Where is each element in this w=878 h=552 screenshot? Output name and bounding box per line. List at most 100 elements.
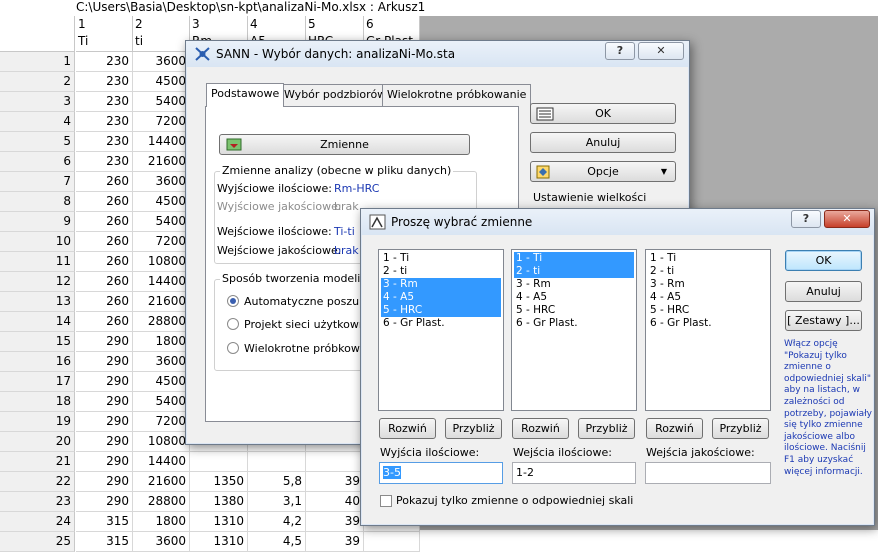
column-header[interactable]: 2 ti [133,16,190,52]
row-header[interactable]: 17 [0,372,75,392]
list-item[interactable]: 4 - A5 [514,291,634,304]
table-cell[interactable]: 3600 [133,532,190,552]
table-cell[interactable]: 290 [76,452,133,472]
table-cell[interactable]: 5400 [133,212,190,232]
row-header[interactable]: 10 [0,232,75,252]
sann-close-button[interactable]: ✕ [638,42,684,60]
row-header[interactable]: 24 [0,512,75,532]
table-cell[interactable]: 39 [306,512,364,532]
input-qual-variables-list[interactable]: 1 - Ti 2 - ti 3 - Rm 4 - A5 5 - HRC 6 - … [645,249,771,411]
row-header[interactable]: 2 [0,72,75,92]
row-header[interactable]: 11 [0,252,75,272]
table-cell[interactable]: 14400 [133,272,190,292]
list-item[interactable]: 6 - Gr Plast. [514,317,634,330]
table-cell[interactable]: 40 [306,492,364,512]
choose-titlebar[interactable]: Proszę wybrać zmienne ? ✕ [361,209,874,235]
table-cell[interactable]: 39 [306,472,364,492]
output-variables-list[interactable]: 1 - Ti 2 - ti 3 - Rm 4 - A5 5 - HRC 6 - … [378,249,504,411]
table-cell[interactable] [248,452,306,472]
row-header[interactable]: 12 [0,272,75,292]
list-item[interactable]: 5 - HRC [381,304,501,317]
tab-subsets[interactable]: Wybór podzbiorów [279,84,392,106]
list-item[interactable]: 1 - Ti [648,252,768,265]
table-cell[interactable] [364,532,420,552]
list-item[interactable]: 2 - ti [514,265,634,278]
list-item[interactable]: 3 - Rm [381,278,501,291]
table-cell[interactable]: 10800 [133,252,190,272]
row-header[interactable]: 23 [0,492,75,512]
sets-button[interactable]: [ Zestawy ]... [785,310,862,331]
choose-close-button[interactable]: ✕ [824,210,870,228]
list-item[interactable]: 2 - ti [381,265,501,278]
row-header[interactable]: 14 [0,312,75,332]
input-quant-variables-list[interactable]: 1 - Ti 2 - ti 3 - Rm 4 - A5 5 - HRC 6 - … [511,249,637,411]
table-cell[interactable]: 21600 [133,152,190,172]
table-cell[interactable]: 290 [76,372,133,392]
row-header[interactable]: 18 [0,392,75,412]
table-cell[interactable]: 260 [76,172,133,192]
list-item[interactable]: 1 - Ti [381,252,501,265]
table-cell[interactable]: 230 [76,72,133,92]
table-cell[interactable]: 21600 [133,472,190,492]
row-header[interactable]: 19 [0,412,75,432]
table-cell[interactable]: 230 [76,132,133,152]
table-cell[interactable]: 7200 [133,232,190,252]
expand-button-3[interactable]: Rozwiń [646,418,703,439]
tab-basic[interactable]: Podstawowe [206,83,285,107]
list-item[interactable]: 2 - ti [648,265,768,278]
table-cell[interactable]: 10800 [133,432,190,452]
table-cell[interactable]: 3600 [133,172,190,192]
table-cell[interactable]: 3600 [133,352,190,372]
sann-ok-button[interactable]: OK [530,103,676,124]
table-cell[interactable]: 14400 [133,132,190,152]
zoom-button-1[interactable]: Przybliż [445,418,502,439]
row-header[interactable]: 13 [0,292,75,312]
row-header[interactable]: 8 [0,192,75,212]
table-cell[interactable]: 3600 [133,52,190,72]
table-cell[interactable]: 260 [76,212,133,232]
row-header[interactable]: 16 [0,352,75,372]
table-cell[interactable] [190,452,248,472]
in-qual-input[interactable] [645,462,771,484]
expand-button-2[interactable]: Rozwiń [512,418,569,439]
out-quant-input[interactable]: 3-5 [379,462,503,484]
row-header[interactable]: 5 [0,132,75,152]
list-item[interactable]: 6 - Gr Plast. [648,317,768,330]
table-cell[interactable]: 290 [76,492,133,512]
table-cell[interactable]: 290 [76,432,133,452]
table-cell[interactable]: 28800 [133,492,190,512]
table-cell[interactable] [306,452,364,472]
table-cell[interactable]: 230 [76,112,133,132]
list-item[interactable]: 6 - Gr Plast. [381,317,501,330]
table-cell[interactable]: 4500 [133,372,190,392]
choose-help-button[interactable]: ? [791,210,821,228]
table-cell[interactable]: 1310 [190,532,248,552]
options-button[interactable]: Opcje ▼ [530,161,676,182]
row-header[interactable]: 6 [0,152,75,172]
row-header[interactable]: 15 [0,332,75,352]
table-cell[interactable]: 290 [76,412,133,432]
list-item[interactable]: 5 - HRC [514,304,634,317]
radio-automatic[interactable] [227,295,239,307]
radio-resampling[interactable] [227,342,239,354]
table-cell[interactable]: 260 [76,312,133,332]
row-header[interactable]: 7 [0,172,75,192]
row-header[interactable]: 1 [0,52,75,72]
row-header[interactable]: 3 [0,92,75,112]
table-cell[interactable]: 14400 [133,452,190,472]
table-cell[interactable]: 260 [76,192,133,212]
row-header[interactable]: 21 [0,452,75,472]
table-cell[interactable]: 230 [76,52,133,72]
table-cell[interactable]: 28800 [133,312,190,332]
row-header[interactable]: 25 [0,532,75,552]
table-cell[interactable]: 4500 [133,72,190,92]
list-item[interactable]: 4 - A5 [381,291,501,304]
column-header[interactable]: 1 Ti [76,16,133,52]
table-cell[interactable]: 260 [76,252,133,272]
expand-button-1[interactable]: Rozwiń [379,418,436,439]
scale-filter-checkbox[interactable] [380,495,392,507]
table-cell[interactable]: 290 [76,392,133,412]
table-cell[interactable]: 290 [76,472,133,492]
sheet-corner[interactable] [0,16,75,52]
row-header[interactable]: 22 [0,472,75,492]
